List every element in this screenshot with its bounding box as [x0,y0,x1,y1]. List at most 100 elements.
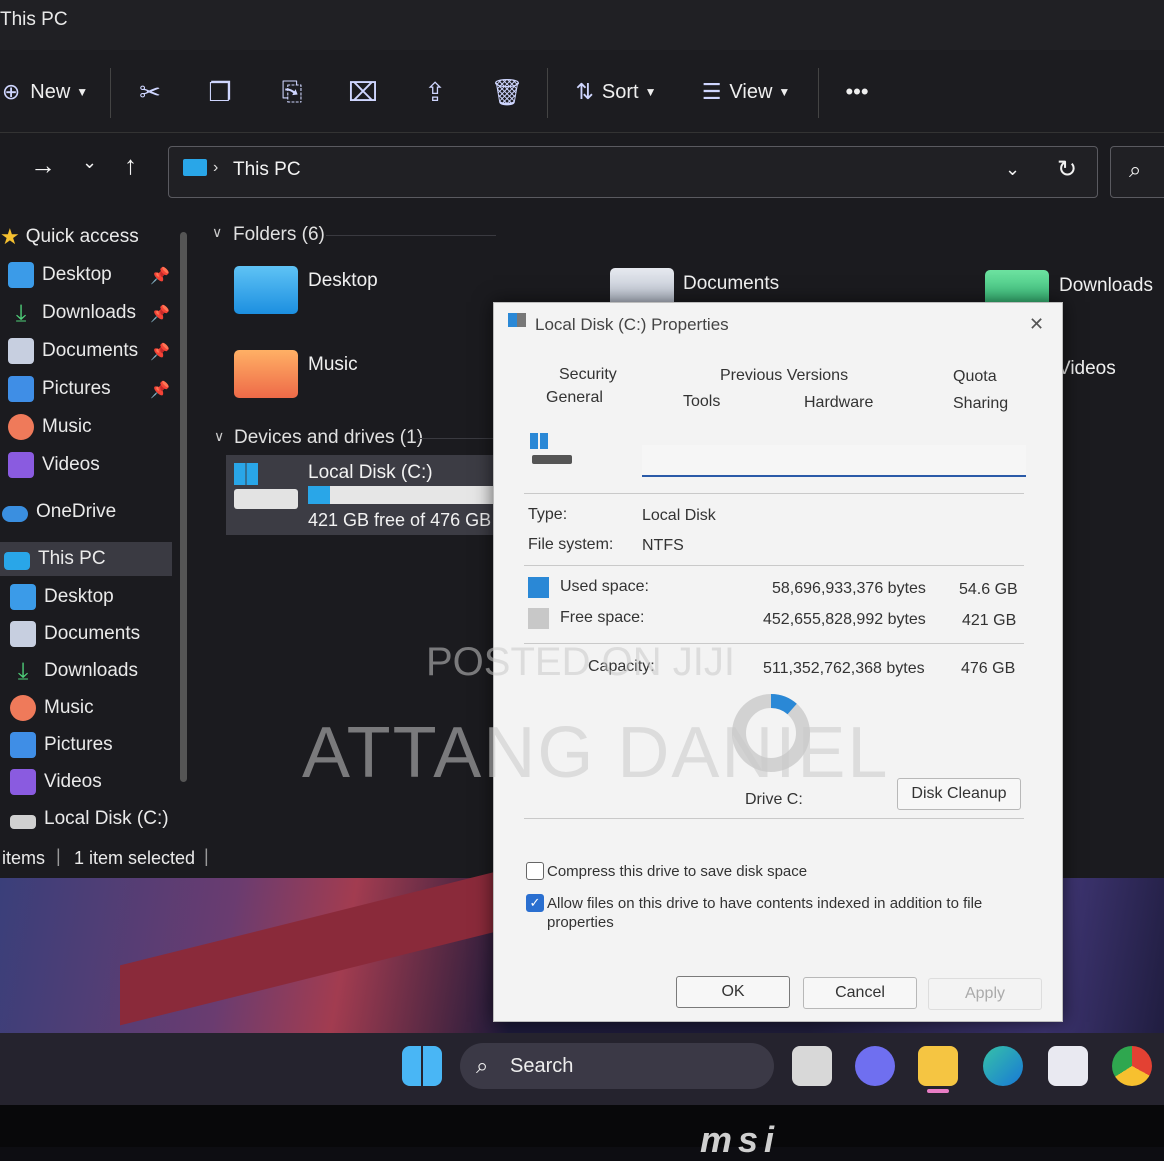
copy-button[interactable]: ❐ [200,70,240,114]
sidebar-item-downloads[interactable]: ⤓ Downloads [8,296,136,330]
tab-sharing[interactable]: Sharing [953,395,1008,413]
task-view-icon[interactable] [792,1046,832,1086]
breadcrumb: This PC [233,159,301,180]
tab-hardware[interactable]: Hardware [804,394,873,412]
cut-button[interactable]: ✂ [130,70,170,114]
trash-icon: 🗑 [490,76,524,107]
windows-logo-icon [530,433,548,449]
index-checkbox[interactable]: ✓ [526,894,544,912]
free-space-label: Free space: [560,609,645,626]
sidebar-onedrive[interactable]: OneDrive [2,495,116,529]
search-icon: ⌕ [1129,157,1142,182]
sidebar-item-documents[interactable]: Documents [10,617,140,651]
pin-icon[interactable]: 📌 [150,380,170,400]
search-box[interactable]: ⌕ [1110,146,1164,198]
rename-button[interactable]: ⌧ [343,70,383,114]
selection-count: 1 item selected [74,848,196,868]
folder-label[interactable]: Documents [683,273,779,295]
cancel-button[interactable]: Cancel [803,977,917,1009]
sidebar-quick-access[interactable]: ★ Quick access [0,220,139,254]
refresh-icon[interactable]: ↻ [1057,155,1077,184]
folder-label[interactable]: Videos [1058,358,1164,380]
folder-label[interactable]: Downloads [1059,275,1153,297]
sidebar-item-local-disk[interactable]: Local Disk (C:) [10,802,169,836]
tab-general[interactable]: General [546,389,603,407]
folders-section-header[interactable]: Folders (6) [233,224,325,246]
sidebar-item-desktop[interactable]: Desktop [10,580,114,614]
teams-chat-icon[interactable] [855,1046,895,1086]
drive-icon [532,455,572,464]
sidebar-item-pictures[interactable]: Pictures [10,728,113,762]
devices-section-header[interactable]: Devices and drives (1) [234,427,423,449]
edge-browser-icon[interactable] [983,1046,1023,1086]
desktop-folder-icon[interactable] [234,266,298,314]
capacity-bytes: 511,352,762,368 bytes [763,660,925,677]
up-arrow-icon[interactable]: ↑ [124,150,137,181]
sort-button[interactable]: ⇅ Sort ▼ [566,70,666,114]
compress-checkbox[interactable] [526,862,544,880]
desktop-icon [8,262,34,288]
sidebar-item-videos[interactable]: Videos [10,765,102,799]
address-dropdown-icon[interactable]: ⌄ [1005,159,1020,180]
share-button[interactable]: ⇪ [415,70,455,114]
delete-button[interactable]: 🗑 [487,70,527,114]
collapse-chevron-icon[interactable]: ∨ [212,224,222,241]
breadcrumb-chevron-icon: › [213,159,219,176]
laptop-bezel: msi [0,1105,1164,1160]
paste-button[interactable]: ⎘ [272,70,312,114]
videos-icon [10,769,36,795]
sidebar-item-music[interactable]: Music [8,410,92,444]
plus-icon: ⊕ [1,79,21,104]
drive-icon [234,489,298,509]
search-icon: ⌕ [476,1053,489,1078]
active-app-indicator [927,1089,949,1093]
sidebar-item-desktop[interactable]: Desktop [8,258,112,292]
sidebar-item-pictures[interactable]: Pictures [8,372,111,406]
used-space-gb: 54.6 GB [959,581,1018,598]
collapse-chevron-icon[interactable]: ∨ [214,428,224,445]
status-separator: | [56,846,61,866]
view-button[interactable]: ☰ View ▼ [694,70,798,114]
tab-security[interactable]: Security [559,366,617,384]
file-explorer-icon[interactable] [918,1046,958,1086]
this-pc-icon [4,552,30,570]
folder-label[interactable]: Desktop [308,270,378,292]
status-separator: | [204,846,209,866]
close-icon[interactable]: ✕ [1029,314,1044,335]
folder-label[interactable]: Music [308,354,358,376]
microsoft-store-icon[interactable] [1048,1046,1088,1086]
section-divider [326,235,496,236]
divider [524,565,1024,566]
taskbar-search[interactable]: ⌕ Search [460,1043,774,1089]
music-folder-icon[interactable] [234,350,298,398]
forward-arrow-icon[interactable]: → [30,150,56,181]
tab-quota[interactable]: Quota [953,368,997,386]
tab-previous-versions[interactable]: Previous Versions [720,367,848,385]
drive-label-input[interactable] [642,445,1026,477]
sidebar-this-pc[interactable]: This PC [4,542,106,576]
new-button[interactable]: ⊕ New ▼ [0,70,90,114]
apply-button[interactable]: Apply [928,978,1042,1010]
compress-label: Compress this drive to save disk space [547,863,808,880]
recent-locations-chevron-icon[interactable]: ⌄ [82,152,97,173]
address-bar[interactable]: › This PC ⌄ ↻ [168,146,1098,198]
pin-icon[interactable]: 📌 [150,342,170,362]
disk-cleanup-button[interactable]: Disk Cleanup [897,778,1021,810]
type-value: Local Disk [642,507,716,524]
local-disk-tile[interactable]: Local Disk (C:) 421 GB free of 476 GB [226,455,506,535]
pin-icon[interactable]: 📌 [150,304,170,324]
sidebar-scrollbar[interactable] [180,232,187,782]
pictures-icon [10,732,36,758]
share-icon: ⇪ [424,76,446,107]
sidebar-item-videos[interactable]: Videos [8,448,100,482]
sidebar-item-documents[interactable]: Documents [8,334,138,368]
sidebar-item-downloads[interactable]: ⤓ Downloads [10,654,138,688]
tab-tools[interactable]: Tools [683,393,720,411]
ok-button[interactable]: OK [676,976,790,1008]
start-button[interactable] [402,1046,442,1086]
sidebar-item-music[interactable]: Music [10,691,94,725]
pin-icon[interactable]: 📌 [150,266,170,286]
chrome-browser-icon[interactable] [1112,1046,1152,1086]
this-pc-icon [183,159,207,176]
more-options-button[interactable]: ••• [835,70,879,114]
